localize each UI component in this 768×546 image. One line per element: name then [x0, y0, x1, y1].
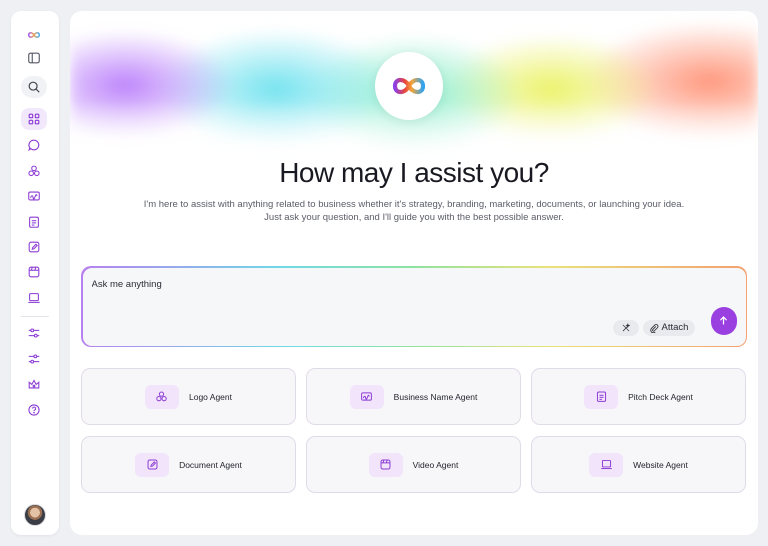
sidebar-divider [21, 316, 49, 317]
magic-wand-icon [622, 322, 630, 331]
agent-card-business-name[interactable]: Business Name Agent [306, 368, 521, 425]
edit-document-icon[interactable] [21, 236, 47, 258]
attach-label: Attach [661, 322, 689, 333]
app-logo-icon[interactable] [21, 24, 47, 46]
logo-icon [156, 391, 168, 402]
prompt-inner: Attach [82, 267, 746, 346]
agent-card-label: Document Agent [179, 459, 242, 470]
attach-button[interactable]: Attach [642, 319, 695, 336]
clipboard-icon [596, 391, 606, 402]
video-icon [380, 459, 391, 470]
agent-card-pitch-deck[interactable]: Pitch Deck Agent [531, 368, 746, 425]
chat-icon[interactable] [21, 134, 47, 156]
card-icon-bg [589, 452, 624, 477]
grid-icon[interactable] [21, 108, 47, 130]
sidebar [11, 11, 59, 535]
send-button[interactable] [710, 306, 737, 335]
agent-card-video[interactable]: Video Agent [306, 436, 521, 493]
agent-card-logo[interactable]: Logo Agent [81, 368, 296, 425]
subtitle-line-1: I'm here to assist with anything related… [143, 199, 685, 210]
agent-card-label: Logo Agent [188, 391, 232, 402]
card-icon-bg [368, 452, 403, 477]
signature-icon[interactable] [21, 185, 47, 207]
agent-card-document[interactable]: Document Agent [81, 436, 296, 493]
prompt-input[interactable] [91, 276, 592, 293]
main-panel: How may I assist you? I'm here to assist… [70, 11, 758, 535]
sliders-icon[interactable] [21, 322, 47, 344]
magic-wand-button[interactable] [612, 319, 639, 336]
page-subtitle: I'm here to assist with anything related… [130, 198, 698, 224]
help-icon[interactable] [21, 399, 47, 421]
page-title: How may I assist you? [279, 157, 549, 188]
laptop-icon[interactable] [21, 287, 47, 309]
laptop-icon [600, 459, 612, 470]
agent-card-website[interactable]: Website Agent [531, 436, 746, 493]
infinity-logo-icon [392, 77, 426, 95]
crown-icon[interactable] [21, 373, 47, 395]
arrow-up-icon [720, 316, 727, 325]
clipboard-icon[interactable] [21, 211, 47, 233]
avatar[interactable] [24, 504, 46, 526]
sliders-icon[interactable] [21, 348, 47, 370]
agent-card-label: Business Name Agent [393, 391, 478, 402]
video-icon[interactable] [21, 261, 47, 283]
brand-logo [375, 52, 443, 120]
card-icon-bg [144, 384, 179, 409]
prompt-box: Attach [81, 266, 747, 347]
logo-icon[interactable] [21, 160, 47, 182]
agent-card-label: Video Agent [412, 459, 459, 470]
card-icon-bg [349, 384, 384, 409]
agent-card-label: Website Agent [633, 459, 688, 470]
subtitle-line-2: Just ask your question, and I'll guide y… [264, 212, 564, 223]
signature-icon [361, 392, 373, 401]
agent-card-label: Pitch Deck Agent [628, 391, 693, 402]
card-icon-bg [584, 384, 619, 409]
sidebar-toggle-icon[interactable] [21, 47, 47, 69]
card-icon-bg [135, 452, 170, 477]
edit-document-icon [147, 459, 158, 470]
paperclip-icon [649, 323, 658, 333]
search-icon[interactable] [21, 76, 47, 98]
